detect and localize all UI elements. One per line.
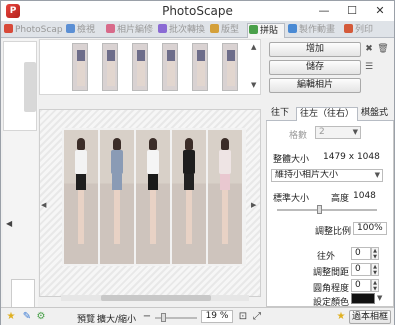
tab-batch[interactable]: 批次轉換 xyxy=(157,23,207,38)
main-tab-bar: PhotoScape 檢視 相片編修 批次轉換 版型 拼貼 製作動畫 列印 xyxy=(1,21,394,38)
folder-tree[interactable] xyxy=(3,41,37,131)
zoom-slider-knob[interactable] xyxy=(161,313,166,322)
remove-icon[interactable]: ✖ xyxy=(363,43,375,55)
save-album-button[interactable]: 過本相框 xyxy=(349,310,391,324)
tab-side[interactable]: 往左（往右） xyxy=(296,107,359,121)
rows-label: 格數 xyxy=(289,131,308,141)
zoom-label: 擴大/縮小 xyxy=(97,315,137,325)
preview-label: 預覽 xyxy=(77,315,96,325)
minimize-button[interactable]: — xyxy=(310,1,338,21)
size-slider-track[interactable] xyxy=(277,209,377,211)
rows-select: 2 ▼ xyxy=(315,126,361,139)
collage-photo xyxy=(172,130,206,264)
spacing-input[interactable]: 0 xyxy=(351,263,371,276)
maximize-button[interactable]: ☐ xyxy=(338,1,366,21)
thumbnail-strip[interactable] xyxy=(39,39,261,95)
adjust-ratio-label: 調整比例 xyxy=(315,227,352,237)
chevron-down-icon: ▼ xyxy=(374,171,380,179)
thumbnail[interactable] xyxy=(222,43,238,91)
edit-icon[interactable]: ✎ xyxy=(21,311,33,323)
outer-stepper[interactable]: ▲ ▼ xyxy=(371,247,379,260)
combine-icon xyxy=(249,25,258,34)
editor-icon xyxy=(106,24,115,33)
chevron-down-icon: ▼ xyxy=(352,128,358,136)
canvas-scroll-right-icon[interactable]: ▶ xyxy=(251,201,256,209)
title-bar: P PhotoScape — ☐ ✕ xyxy=(1,1,394,21)
collage-photo xyxy=(100,130,134,264)
tab-photoscape[interactable]: PhotoScape xyxy=(3,23,63,38)
corner-input[interactable]: 0 xyxy=(351,279,371,292)
favorite-icon[interactable]: ★ xyxy=(335,311,347,323)
animated-gif-icon xyxy=(288,24,297,33)
height-label: 高度 xyxy=(331,194,350,204)
thumbnail[interactable] xyxy=(72,43,88,91)
corner-label: 圓角程度 xyxy=(313,284,350,294)
bottom-toolbar: ★ ✎ ⚙ 預覽 擴大/縮小 − 19 % ⊡ ⤢ ★ 過本相框 xyxy=(1,307,394,325)
outer-label: 往外 xyxy=(317,252,336,262)
delete-icon[interactable]: 🗑 xyxy=(377,43,389,55)
edit-photo-button[interactable]: 編輯相片 xyxy=(269,78,361,93)
size-slider-knob[interactable] xyxy=(317,205,322,214)
thumbnail[interactable] xyxy=(102,43,118,91)
tab-animated-gif[interactable]: 製作動畫 xyxy=(287,23,341,38)
tab-print[interactable]: 列印 xyxy=(343,23,383,38)
settings-icon[interactable]: ⚙ xyxy=(35,311,47,323)
overall-size-label: 整體大小 xyxy=(273,155,310,165)
batch-icon xyxy=(158,24,167,33)
fit-icon[interactable]: ⊡ xyxy=(237,311,249,323)
star-icon[interactable]: ★ xyxy=(5,311,17,323)
photoscape-window: P PhotoScape — ☐ ✕ PhotoScape 檢視 相片編修 批次… xyxy=(0,0,395,325)
tab-checker[interactable]: 棋盤式 xyxy=(358,107,391,121)
layout-settings-panel: 格數 2 ▼ 整體大小 1479 x 1048 維持小相片大小 ▼ 標準大小 高度 … xyxy=(266,121,394,308)
canvas-scroll-thumb[interactable] xyxy=(101,295,211,301)
outer-input[interactable]: 0 xyxy=(351,247,371,260)
strip-scroll-up-icon[interactable]: ▲ xyxy=(251,43,256,51)
frame-color-swatch[interactable] xyxy=(351,293,375,304)
zoom-input[interactable]: 19 % xyxy=(201,310,233,323)
canvas-scroll-left-icon[interactable]: ◀ xyxy=(41,201,46,209)
tab-editor[interactable]: 相片編修 xyxy=(105,23,155,38)
zoom-out-icon[interactable]: − xyxy=(141,311,153,323)
preview-canvas[interactable] xyxy=(39,109,261,297)
thumbnail[interactable] xyxy=(192,43,208,91)
tab-down[interactable]: 往下 xyxy=(268,107,292,121)
standard-size-label: 標準大小 xyxy=(273,194,310,204)
close-button[interactable]: ✕ xyxy=(366,1,394,21)
overall-size-value: 1479 x 1048 xyxy=(323,152,380,162)
spacing-label: 調整間距 xyxy=(313,268,350,278)
spacing-stepper[interactable]: ▲ ▼ xyxy=(371,263,379,276)
collage-photo xyxy=(64,130,98,264)
list-icon[interactable]: ☰ xyxy=(363,61,375,73)
left-sidebar: ◀ OL xyxy=(3,39,38,325)
sidebar-collapse-arrow[interactable]: ◀ xyxy=(6,219,12,228)
thumbnail[interactable] xyxy=(132,43,148,91)
add-button[interactable]: 增加 xyxy=(269,42,361,57)
fit-mode-select[interactable]: 維持小相片大小 ▼ xyxy=(271,169,383,182)
photoscape-icon xyxy=(4,24,13,33)
tab-page[interactable]: 版型 xyxy=(209,23,245,38)
collage-photo xyxy=(136,130,170,264)
corner-stepper[interactable]: ▲ ▼ xyxy=(371,279,379,292)
folder-tree-scrollbar[interactable] xyxy=(24,62,36,112)
tab-combine[interactable]: 拼貼 xyxy=(247,23,285,38)
layout-tabs: 往下 往左（往右） 棋盤式 xyxy=(266,107,394,121)
strip-scroll-down-icon[interactable]: ▼ xyxy=(251,81,256,89)
height-value: 1048 xyxy=(353,191,376,201)
print-icon xyxy=(344,24,353,33)
thumbnail[interactable] xyxy=(162,43,178,91)
fullscreen-icon[interactable]: ⤢ xyxy=(251,311,263,323)
collage-photo xyxy=(208,130,242,264)
tab-viewer[interactable]: 檢視 xyxy=(65,23,103,38)
viewer-icon xyxy=(66,24,75,33)
chevron-down-icon[interactable]: ▼ xyxy=(377,294,391,302)
combined-collage xyxy=(62,128,246,266)
adjust-ratio-input[interactable]: 100% xyxy=(353,222,387,235)
save-button[interactable]: 儲存 xyxy=(269,60,361,75)
page-icon xyxy=(210,24,219,33)
canvas-horizontal-scrollbar[interactable] xyxy=(61,295,249,301)
